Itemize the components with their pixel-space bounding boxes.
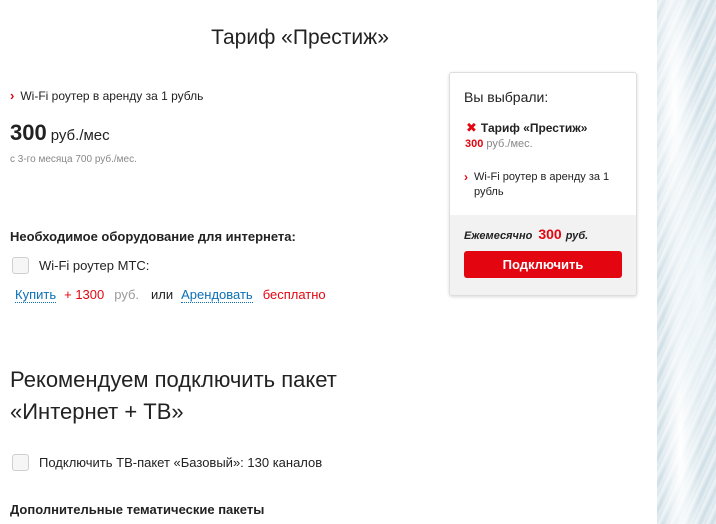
summary-feature-label: Wi-Fi роутер в аренду за 1 рубль	[474, 171, 610, 198]
monthly-unit: руб.	[565, 230, 589, 242]
tariff-feature: › Wi-Fi роутер в аренду за 1 рубль	[10, 88, 203, 103]
monthly-label: Ежемесячно	[464, 230, 533, 242]
monthly-total: Ежемесячно 300 руб.	[464, 226, 588, 242]
buy-link[interactable]: Купить	[15, 287, 57, 303]
summary-title: Вы выбрали:	[464, 89, 549, 105]
router-label: Wi-Fi роутер МТС:	[39, 258, 150, 273]
extra-packages-heading: Дополнительные тематические пакеты	[10, 502, 265, 517]
summary-tariff-name: Тариф «Престиж»	[480, 121, 588, 135]
price-note: с 3-го месяца 700 руб./мес.	[10, 154, 137, 165]
router-purchase-options: Купить + 1300 руб. или Арендовать беспла…	[15, 287, 326, 303]
chevron-right-icon: ›	[464, 170, 468, 184]
summary-price-unit: руб./мес.	[486, 138, 533, 150]
connect-button[interactable]: Подключить	[464, 251, 622, 278]
chevron-right-icon: ›	[10, 88, 15, 103]
buy-price: + 1300	[64, 287, 105, 302]
summary-footer: Ежемесячно 300 руб. Подключить	[450, 215, 636, 295]
price-unit: руб./мес	[50, 127, 110, 144]
monthly-amount: 300	[538, 226, 562, 242]
recommend-heading: Рекомендуем подключить пакет «Интернет +…	[10, 364, 430, 428]
buy-unit: руб.	[114, 287, 140, 302]
summary-tariff-price: 300 руб./мес.	[465, 138, 533, 150]
close-icon[interactable]: ✖	[466, 120, 477, 136]
summary-tariff: ✖ Тариф «Престиж»	[466, 120, 587, 136]
rent-price: бесплатно	[262, 287, 326, 302]
page-title: Тариф «Престиж»	[211, 26, 389, 49]
background-frost-image	[657, 0, 716, 524]
summary-feature: › Wi-Fi роутер в аренду за 1 рубль	[464, 170, 624, 200]
summary-price-value: 300	[465, 138, 484, 150]
recommend-line-2: «Интернет + ТВ»	[10, 399, 184, 424]
tv-package-checkbox[interactable]	[12, 454, 29, 471]
tv-package-option[interactable]: Подключить ТВ-пакет «Базовый»: 130 канал…	[12, 454, 322, 471]
price-value: 300	[10, 120, 47, 145]
router-checkbox[interactable]	[12, 257, 29, 274]
or-text: или	[151, 287, 174, 302]
router-option[interactable]: Wi-Fi роутер МТС:	[12, 257, 149, 274]
summary-card: Вы выбрали: ✖ Тариф «Престиж» 300 руб./м…	[449, 72, 637, 296]
tariff-feature-label: Wi-Fi роутер в аренду за 1 рубль	[20, 88, 204, 103]
tariff-price: 300 руб./мес	[10, 120, 110, 146]
recommend-line-1: Рекомендуем подключить пакет	[10, 367, 337, 392]
equipment-heading: Необходимое оборудование для интернета:	[10, 229, 296, 244]
rent-link[interactable]: Арендовать	[181, 287, 253, 303]
tv-package-label: Подключить ТВ-пакет «Базовый»: 130 канал…	[39, 455, 323, 470]
